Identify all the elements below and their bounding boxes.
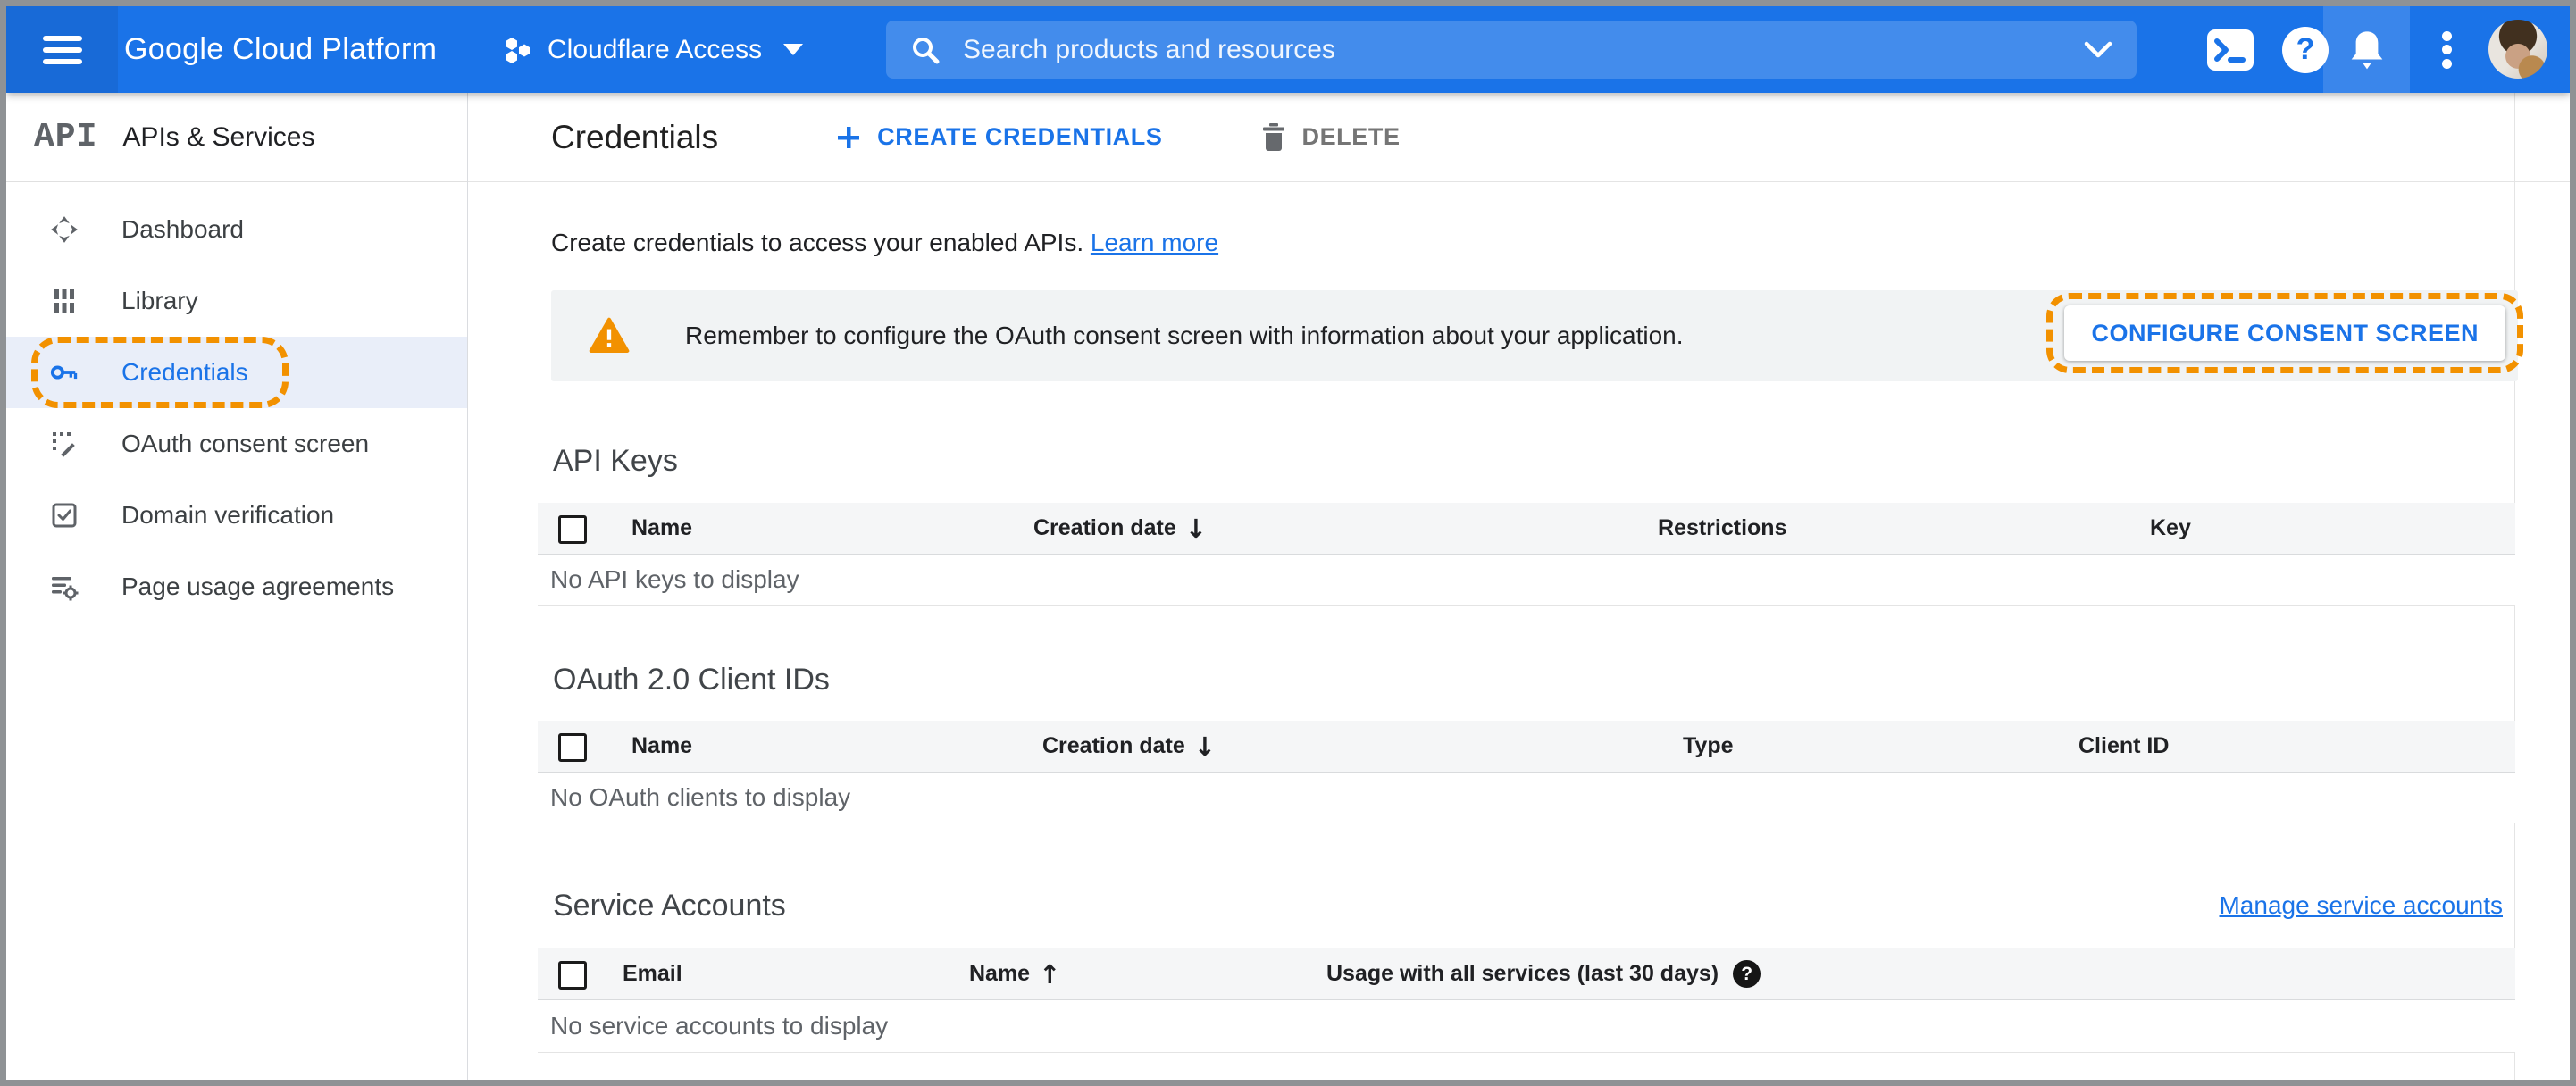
sort-desc-icon: ↓ xyxy=(1193,731,1217,762)
service-accounts-section-title: Service Accounts xyxy=(553,889,786,923)
sidebar-item-domain-verification[interactable]: Domain verification xyxy=(6,480,467,551)
page-header: Credentials CREATE CREDENTIALS DELETE xyxy=(468,93,2570,182)
sidebar-item-label: Dashboard xyxy=(121,215,244,243)
page-title: Credentials xyxy=(551,118,719,155)
warning-icon xyxy=(589,317,630,355)
notifications-button[interactable] xyxy=(2323,6,2410,93)
sort-asc-icon: ↑ xyxy=(1039,958,1061,990)
terminal-icon xyxy=(2206,29,2254,71)
column-header-creation-date[interactable]: Creation date ↓ xyxy=(1042,721,1216,772)
key-icon xyxy=(49,357,79,388)
main-content: Credentials CREATE CREDENTIALS DELETE Cr… xyxy=(468,93,2570,1080)
consent-warning-banner: Remember to configure the OAuth consent … xyxy=(551,290,2523,381)
empty-message: No OAuth clients to display xyxy=(550,783,851,811)
oauth-clients-table-header: Name Creation date ↓ Type Client ID xyxy=(538,721,2515,773)
configure-consent-screen-button[interactable]: CONFIGURE CONSENT SCREEN xyxy=(2064,305,2505,361)
api-keys-section-title: API Keys xyxy=(553,444,678,478)
column-header-client-id: Client ID xyxy=(2078,733,2170,758)
column-header-name[interactable]: Name ↑ xyxy=(969,948,1060,999)
page-description: Create credentials to access your enable… xyxy=(551,229,1219,256)
sidebar-item-label: Library xyxy=(121,287,198,314)
service-accounts-table-header: Email Name ↑ Usage with all services (la… xyxy=(538,948,2515,1000)
column-header-creation-date[interactable]: Creation date ↓ xyxy=(1033,503,1207,554)
library-icon xyxy=(49,286,79,316)
api-keys-empty-row: No API keys to display xyxy=(538,555,2515,606)
column-header-usage: Usage with all services (last 30 days) ? xyxy=(1326,948,1761,999)
trash-icon xyxy=(1260,122,1287,153)
column-header-name[interactable]: Name xyxy=(631,721,692,772)
sidebar-title: APIs & Services xyxy=(122,121,315,152)
manage-service-accounts-link[interactable]: Manage service accounts xyxy=(2219,891,2503,920)
cloud-shell-button[interactable] xyxy=(2196,6,2264,93)
column-header-restrictions: Restrictions xyxy=(1658,515,1787,540)
empty-message: No API keys to display xyxy=(550,565,799,593)
hamburger-icon xyxy=(42,29,82,71)
sidebar-item-oauth-consent-screen[interactable]: OAuth consent screen xyxy=(6,408,467,480)
oauth-clients-empty-row: No OAuth clients to display xyxy=(538,773,2515,823)
delete-button[interactable]: DELETE xyxy=(1260,122,1400,153)
sidebar-item-label: OAuth consent screen xyxy=(121,430,370,457)
sidebar-nav: Dashboard Library Credentials OAuth cons… xyxy=(6,194,467,622)
usage-help-icon[interactable]: ? xyxy=(1733,960,1761,988)
sidebar-item-dashboard[interactable]: Dashboard xyxy=(6,194,467,265)
api-logo: API xyxy=(34,118,98,156)
domain-verification-icon xyxy=(49,500,79,530)
more-options-button[interactable] xyxy=(2418,6,2475,93)
sidebar-item-label: Credentials xyxy=(121,358,248,386)
empty-message: No service accounts to display xyxy=(550,1012,889,1040)
search-input[interactable] xyxy=(961,33,2083,66)
service-accounts-table: Email Name ↑ Usage with all services (la… xyxy=(538,948,2515,1053)
kebab-icon xyxy=(2441,27,2452,72)
sidebar-item-label: Domain verification xyxy=(121,501,335,529)
select-all-checkbox[interactable] xyxy=(558,515,587,544)
product-logo: Google Cloud Platform xyxy=(124,32,438,66)
column-header-name[interactable]: Name xyxy=(631,503,692,554)
plus-icon xyxy=(834,123,863,152)
api-keys-table: Name Creation date ↓ Restrictions Key No… xyxy=(538,503,2515,606)
oauth-clients-section-title: OAuth 2.0 Client IDs xyxy=(553,663,830,697)
bell-icon xyxy=(2347,28,2387,72)
oauth-clients-table: Name Creation date ↓ Type Client ID No O… xyxy=(538,721,2515,823)
service-accounts-empty-row: No service accounts to display xyxy=(538,1000,2515,1053)
select-all-checkbox[interactable] xyxy=(558,961,587,990)
help-icon: ? xyxy=(2282,26,2329,73)
sidebar-item-label: Page usage agreements xyxy=(121,572,395,600)
caret-down-icon xyxy=(783,44,804,55)
sidebar-item-page-usage-agreements[interactable]: Page usage agreements xyxy=(6,551,467,622)
search-icon xyxy=(909,34,941,66)
learn-more-link[interactable]: Learn more xyxy=(1091,229,1218,256)
project-name: Cloudflare Access xyxy=(548,34,763,64)
account-avatar[interactable] xyxy=(2488,20,2547,79)
sidebar-item-credentials[interactable]: Credentials xyxy=(6,337,467,408)
select-all-checkbox[interactable] xyxy=(558,733,587,762)
sort-desc-icon: ↓ xyxy=(1184,513,1208,544)
sidebar-header: API APIs & Services xyxy=(6,93,467,182)
banner-message: Remember to configure the OAuth consent … xyxy=(685,322,1684,349)
menu-button[interactable] xyxy=(6,6,118,93)
dashboard-icon xyxy=(49,214,79,245)
create-credentials-button[interactable]: CREATE CREDENTIALS xyxy=(834,123,1162,152)
banner-action-dashed-outline: CONFIGURE CONSENT SCREEN xyxy=(2046,293,2523,373)
search-expand-chevron-icon[interactable] xyxy=(2083,40,2113,60)
column-header-type: Type xyxy=(1683,733,1734,758)
sidebar: API APIs & Services Dashboard Library Cr… xyxy=(6,93,468,1080)
search-bar[interactable] xyxy=(886,21,2137,79)
column-header-email[interactable]: Email xyxy=(623,948,682,999)
agreements-icon xyxy=(49,572,79,602)
consent-screen-icon xyxy=(49,429,79,459)
top-app-bar: Google Cloud Platform Cloudflare Access xyxy=(6,6,2570,93)
project-selector[interactable]: Cloudflare Access xyxy=(503,6,804,93)
api-keys-table-header: Name Creation date ↓ Restrictions Key xyxy=(538,503,2515,555)
sidebar-item-library[interactable]: Library xyxy=(6,265,467,337)
column-header-key: Key xyxy=(2150,515,2191,540)
project-icon xyxy=(503,35,533,65)
gcp-console-window: Google Cloud Platform Cloudflare Access xyxy=(0,0,2576,1086)
